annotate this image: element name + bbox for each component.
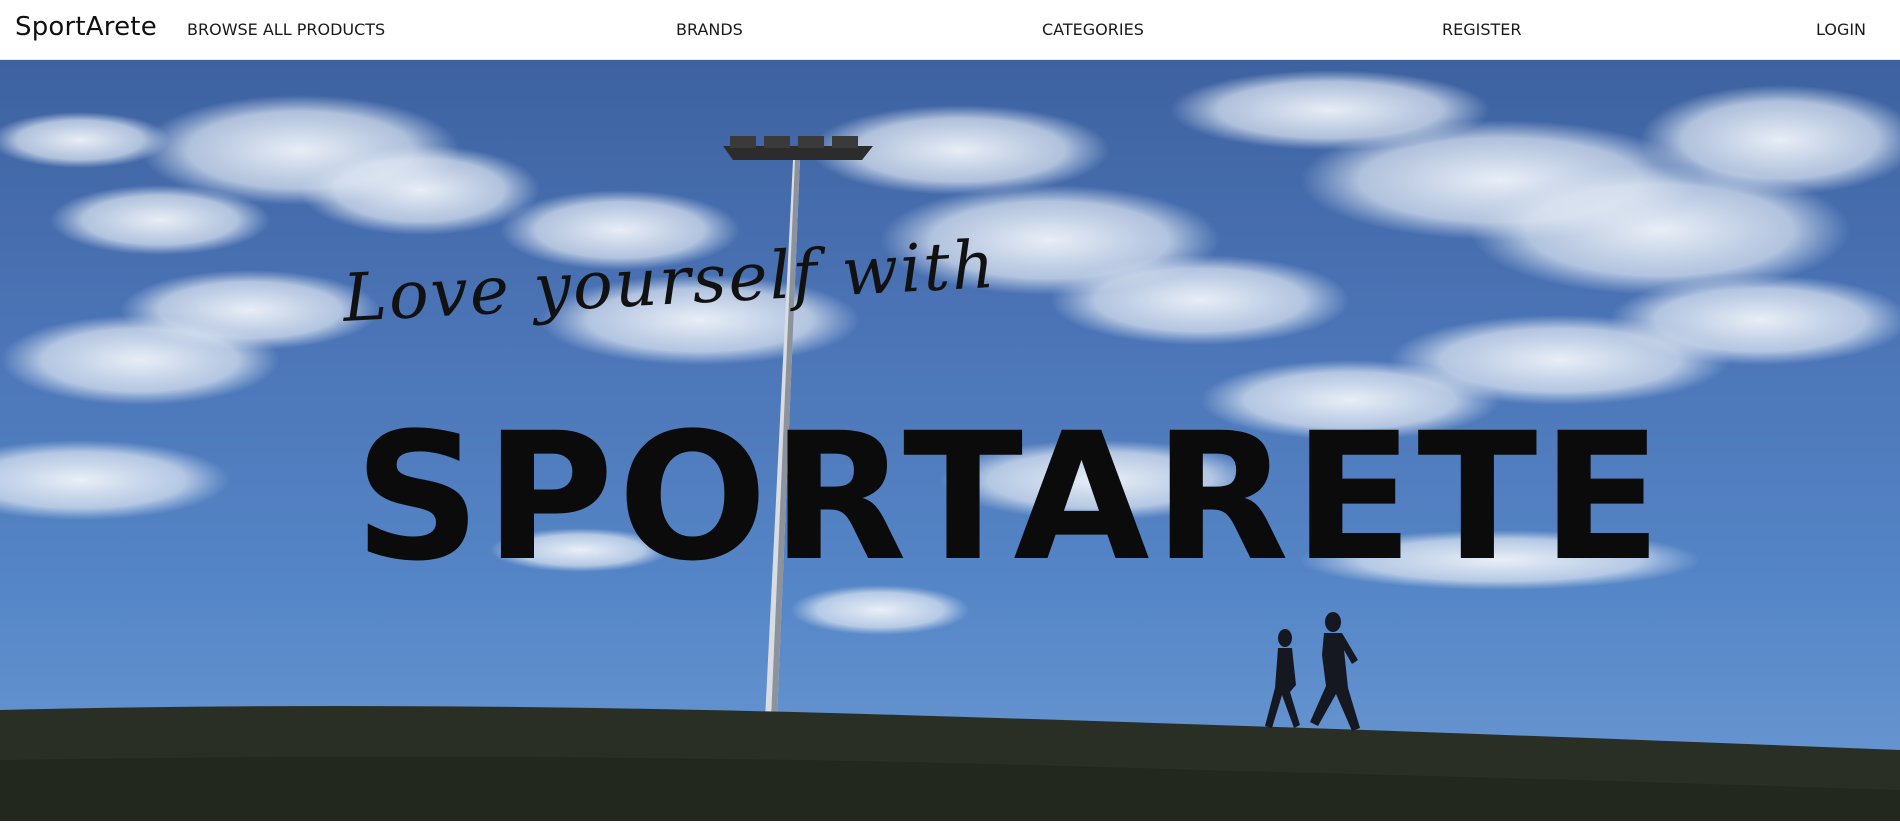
nav-browse-all-products[interactable]: BROWSE ALL PRODUCTS [187,20,385,39]
nav-categories[interactable]: CATEGORIES [1042,20,1144,39]
brand-logo-link[interactable]: SportArete [15,12,157,42]
top-navbar: SportArete BROWSE ALL PRODUCTS BRANDS CA… [0,0,1900,60]
runners-silhouette [1265,612,1360,731]
nav-brands[interactable]: BRANDS [676,20,743,39]
nav-login[interactable]: LOGIN [1816,20,1866,39]
hero-title: SPORTARETE [354,395,1666,600]
hero-banner: Love yourself with SPORTARETE [0,60,1900,821]
nav-register[interactable]: REGISTER [1442,20,1522,39]
